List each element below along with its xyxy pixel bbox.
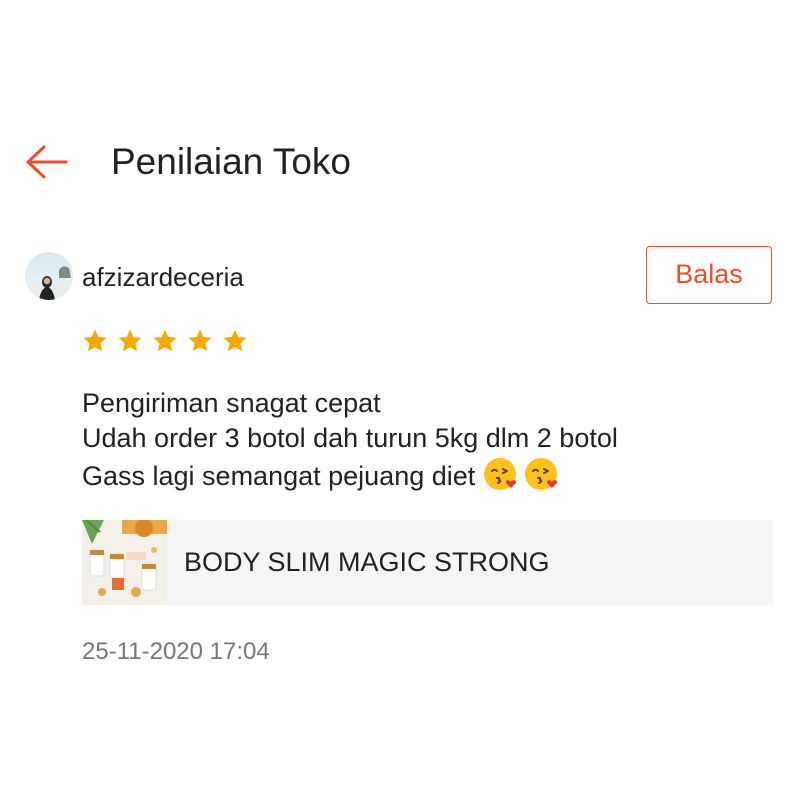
page-title: Penilaian Toko (111, 141, 351, 182)
review-text-line: Gass lagi semangat pejuang diet (82, 456, 772, 501)
kissing-face-with-heart-emoji (525, 458, 558, 490)
reply-button[interactable]: Balas (646, 246, 772, 304)
arrow-left-icon (26, 145, 68, 179)
back-button[interactable] (24, 142, 70, 182)
review-text-line: Udah order 3 botol dah turun 5kg dlm 2 b… (82, 423, 618, 453)
app-header: Penilaian Toko (0, 128, 800, 198)
product-card[interactable]: BODY SLIM MAGIC STRONG (82, 520, 773, 605)
kissing-face-with-heart-emoji (484, 458, 517, 490)
review-text: Pengiriman snagat cepat Udah order 3 bot… (82, 386, 772, 501)
emoji-group (483, 456, 565, 501)
reviewer-username: afzizardeceria (82, 262, 244, 292)
star-icon (223, 329, 247, 352)
product-name: BODY SLIM MAGIC STRONG (184, 547, 550, 577)
rating-stars (82, 328, 248, 356)
avatar[interactable] (25, 252, 73, 300)
star-icon (153, 329, 177, 352)
star-icon (188, 329, 212, 352)
review-text-line: Pengiriman snagat cepat (82, 388, 381, 418)
review-timestamp: 25-11-2020 17:04 (82, 638, 270, 665)
star-icon (118, 329, 142, 352)
product-thumbnail (82, 520, 167, 605)
review-text-segment: Gass lagi semangat pejuang diet (82, 461, 476, 491)
star-icon (83, 329, 107, 352)
